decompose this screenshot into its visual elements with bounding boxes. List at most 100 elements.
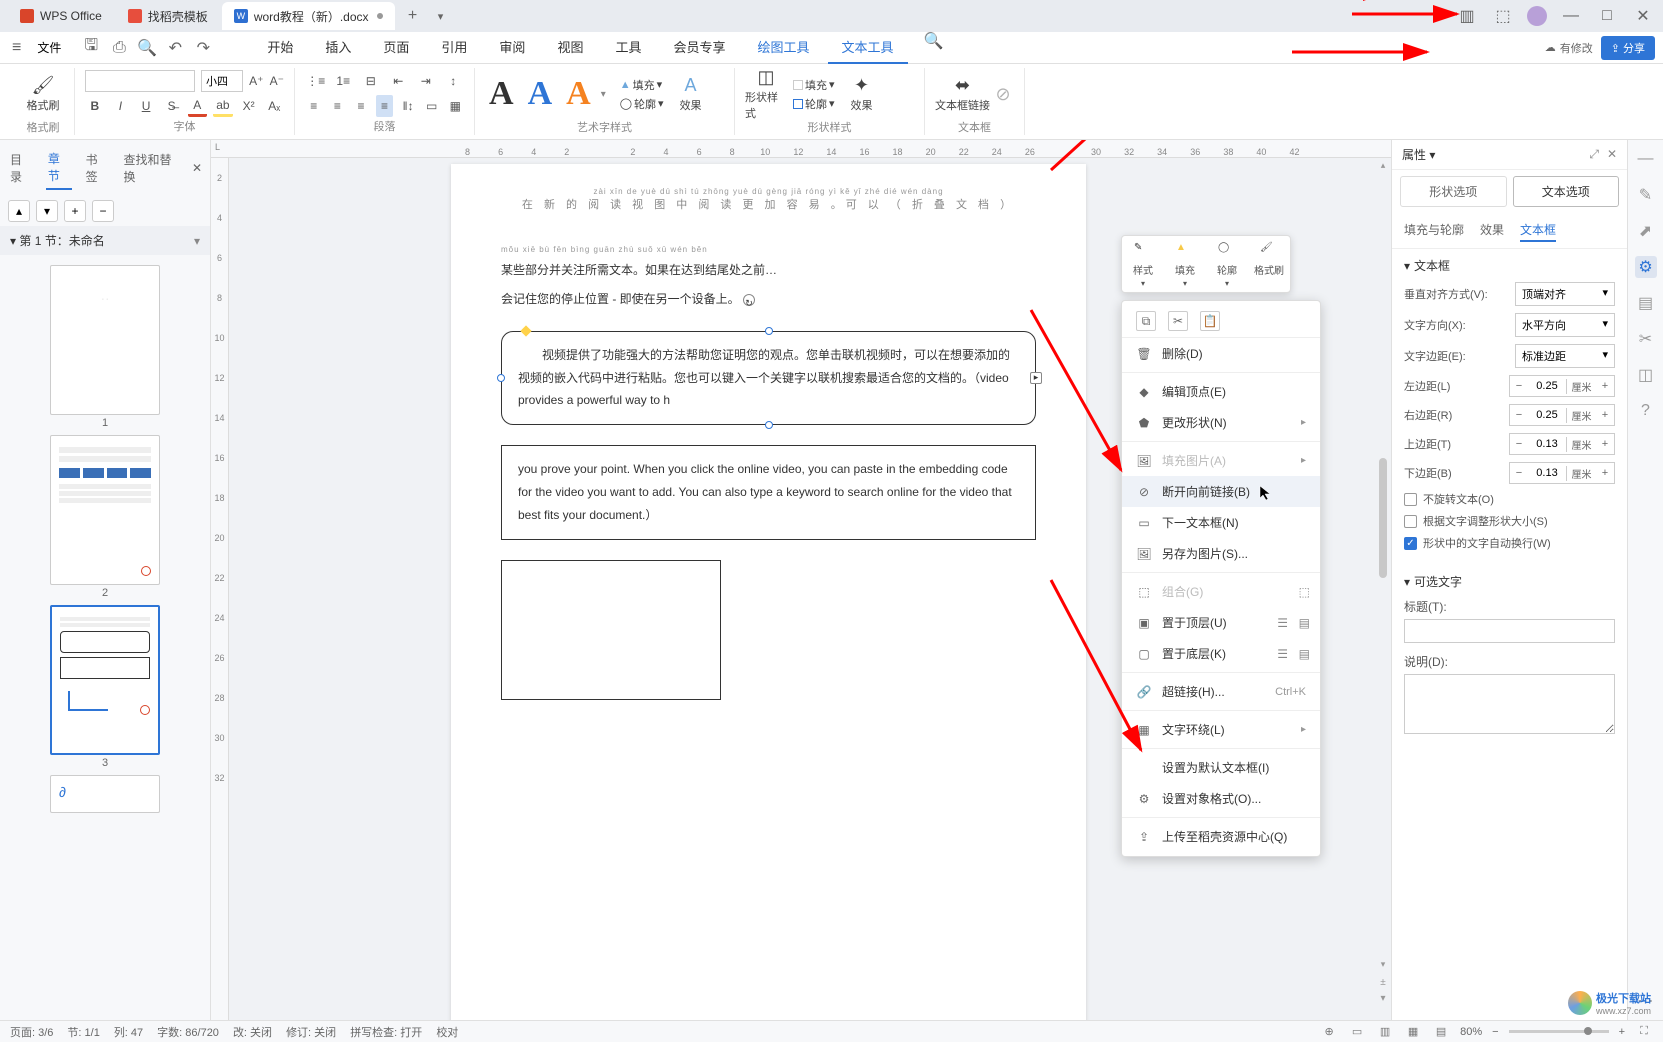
underline-button[interactable]: U bbox=[136, 95, 156, 117]
fullscreen-icon[interactable]: ⛶ bbox=[1635, 1023, 1653, 1041]
increase-font-icon[interactable]: A⁺ bbox=[249, 70, 264, 92]
textbox-link-button[interactable]: ⬌ 文本框链接 bbox=[935, 68, 990, 120]
tab-text-tools[interactable]: 文本工具 bbox=[828, 31, 908, 64]
align-left-icon[interactable]: ≡ bbox=[305, 95, 323, 117]
tab-tools[interactable]: 工具 bbox=[601, 31, 655, 64]
side-edit-icon[interactable]: ✎ bbox=[1635, 184, 1657, 206]
tab-shape-options[interactable]: 形状选项 bbox=[1400, 176, 1507, 207]
cloud-status[interactable]: ☁ 有修改 bbox=[1545, 40, 1593, 56]
textbox-1-selected[interactable]: 视频提供了功能强大的方法帮助您证明您的观点。您单击联机视频时，可以在想要添加的视… bbox=[501, 331, 1036, 425]
outdent-icon[interactable]: ⇤ bbox=[388, 70, 410, 92]
save-icon[interactable]: 🖫 bbox=[81, 38, 101, 58]
tab-text-options[interactable]: 文本选项 bbox=[1513, 176, 1620, 207]
wordart-style-2[interactable]: A bbox=[524, 75, 557, 113]
spinner-left-margin[interactable]: −0.25厘米+ bbox=[1509, 375, 1615, 397]
hamburger-icon[interactable]: ≡ bbox=[8, 35, 25, 61]
cm-delete[interactable]: 🗑删除(D) bbox=[1122, 338, 1320, 369]
clear-format-button[interactable]: Aₓ bbox=[264, 95, 284, 117]
selection-handle[interactable] bbox=[497, 374, 505, 382]
minimize-button[interactable]: — bbox=[1559, 4, 1583, 28]
cm-set-default-textbox[interactable]: 设置为默认文本框(I) bbox=[1122, 752, 1320, 783]
vertical-ruler[interactable]: 2468101214161820222426283032 bbox=[211, 158, 229, 1020]
status-page[interactable]: 页面: 3/6 bbox=[10, 1024, 53, 1040]
vscrollbar[interactable]: ▴ ▾ ± ▾ bbox=[1377, 160, 1389, 1010]
highlight-button[interactable]: ab bbox=[213, 95, 233, 117]
document-page[interactable]: zài xīn de yuè dú shì tú zhōng yuè dú gè… bbox=[451, 164, 1086, 1020]
italic-button[interactable]: I bbox=[111, 95, 131, 117]
view-tools-icon[interactable]: ⊕ bbox=[1320, 1023, 1338, 1041]
textarea-alt-desc[interactable] bbox=[1404, 674, 1615, 734]
mini-format-painter-button[interactable]: 🖌格式刷 bbox=[1248, 236, 1290, 292]
close-button[interactable]: ✕ bbox=[1631, 4, 1655, 28]
align-center-icon[interactable]: ≡ bbox=[329, 95, 347, 117]
subtab-textbox[interactable]: 文本框 bbox=[1520, 219, 1556, 242]
back-icon-2[interactable]: ☰ bbox=[1277, 647, 1288, 661]
tab-wps-office[interactable]: WPS Office bbox=[8, 2, 114, 30]
subtab-fill-outline[interactable]: 填充与轮廓 bbox=[1404, 219, 1464, 242]
zoom-percent[interactable]: 80% bbox=[1460, 1026, 1482, 1038]
page-thumb-1[interactable]: · · 1 bbox=[0, 265, 210, 429]
shading-icon[interactable]: ▭ bbox=[423, 95, 441, 117]
nav-close-button[interactable]: ✕ bbox=[192, 161, 202, 175]
cm-upload-docer[interactable]: ⇪上传至稻壳资源中心(Q) bbox=[1122, 821, 1320, 852]
wordart-style-3[interactable]: A bbox=[562, 75, 595, 113]
shape-style-button[interactable]: ◫ 形状样式 bbox=[745, 68, 787, 120]
format-painter-button[interactable]: 🖌 格式刷 bbox=[22, 68, 64, 120]
cm-hyperlink[interactable]: 🔗超链接(H)...Ctrl+K bbox=[1122, 676, 1320, 707]
status-track[interactable]: 改: 关闭 bbox=[233, 1024, 272, 1040]
horizontal-ruler[interactable]: L 86422468101214161820222426303234363840… bbox=[211, 140, 1391, 158]
tab-page[interactable]: 页面 bbox=[369, 31, 423, 64]
nav-tab-toc[interactable]: 目录 bbox=[8, 147, 34, 189]
tab-review[interactable]: 审阅 bbox=[485, 31, 539, 64]
status-spell[interactable]: 拼写检查: 打开 bbox=[350, 1024, 422, 1040]
cube-icon[interactable]: ⬚ bbox=[1491, 4, 1515, 28]
spinner-right-margin[interactable]: −0.25厘米+ bbox=[1509, 404, 1615, 426]
cm-break-previous-link[interactable]: ⊘断开向前链接(B) bbox=[1122, 476, 1320, 507]
cm-edit-vertices[interactable]: ◆编辑顶点(E) bbox=[1122, 376, 1320, 407]
cm-save-as-image[interactable]: 🖼另存为图片(S)... bbox=[1122, 538, 1320, 569]
document-area[interactable]: L 86422468101214161820222426303234363840… bbox=[211, 140, 1391, 1020]
side-tools-icon[interactable]: ✂ bbox=[1635, 328, 1657, 350]
adjust-handle[interactable] bbox=[520, 325, 531, 336]
tab-insert[interactable]: 插入 bbox=[311, 31, 365, 64]
text-effects-button[interactable]: A 效果 bbox=[670, 68, 712, 120]
paste-icon[interactable]: 📋 bbox=[1200, 311, 1220, 331]
status-section[interactable]: 节: 1/1 bbox=[67, 1024, 99, 1040]
align-justify-icon[interactable]: ≡ bbox=[376, 95, 394, 117]
mini-fill-button[interactable]: ▲填充▾ bbox=[1164, 236, 1206, 292]
side-layers-icon[interactable]: ▤ bbox=[1635, 292, 1657, 314]
view-print-icon[interactable]: ▥ bbox=[1376, 1023, 1394, 1041]
cm-text-wrap[interactable]: ▦文字环绕(L)▸ bbox=[1122, 714, 1320, 745]
layout-icon[interactable]: ▥ bbox=[1455, 4, 1479, 28]
tab-reference[interactable]: 引用 bbox=[427, 31, 481, 64]
status-proof[interactable]: 校对 bbox=[436, 1024, 458, 1040]
nav-add[interactable]: + bbox=[64, 200, 86, 222]
nav-remove[interactable]: − bbox=[92, 200, 114, 222]
number-list-icon[interactable]: 1≡ bbox=[333, 70, 355, 92]
page-thumb-3[interactable]: 3 bbox=[0, 605, 210, 769]
side-collapse-icon[interactable]: — bbox=[1635, 148, 1657, 170]
nav-tab-sections[interactable]: 章节 bbox=[46, 146, 72, 190]
search-icon[interactable]: 🔍 bbox=[924, 31, 944, 51]
strike-button[interactable]: S̶ bbox=[162, 95, 182, 117]
back-icon-3[interactable]: ▤ bbox=[1299, 647, 1310, 661]
side-help-icon[interactable]: ? bbox=[1635, 400, 1657, 422]
file-menu[interactable]: 文件 bbox=[29, 35, 69, 60]
page-thumb-2[interactable]: 2 bbox=[0, 435, 210, 599]
align-right-icon[interactable]: ≡ bbox=[352, 95, 370, 117]
section-title-alttext[interactable]: ▾ 可选文字 bbox=[1404, 573, 1615, 590]
spinner-bottom-margin[interactable]: −0.13厘米+ bbox=[1509, 462, 1615, 484]
pin-icon[interactable]: ⤢ bbox=[1589, 147, 1599, 162]
check-wrap-text[interactable]: ✓形状中的文字自动换行(W) bbox=[1404, 535, 1615, 551]
shape-effects-button[interactable]: ✦ 效果 bbox=[841, 68, 883, 120]
shape-outline-button[interactable]: 轮廓▾ bbox=[793, 96, 835, 112]
bullet-list-icon[interactable]: ⋮≡ bbox=[305, 70, 327, 92]
nav-section-header[interactable]: ▾ 第 1 节：未命名 ▾ bbox=[0, 226, 210, 255]
cm-send-back[interactable]: ▢置于底层(K)☰▤ bbox=[1122, 638, 1320, 669]
mini-style-button[interactable]: ✎样式▾ bbox=[1122, 236, 1164, 292]
prop-title[interactable]: 属性 ▾ bbox=[1402, 146, 1435, 163]
line-spacing-icon[interactable]: ‖↕ bbox=[399, 95, 417, 117]
shape-fill-button[interactable]: 填充▾ bbox=[793, 77, 835, 93]
zoom-slider[interactable] bbox=[1509, 1030, 1609, 1033]
front-icon-2[interactable]: ☰ bbox=[1277, 616, 1288, 630]
